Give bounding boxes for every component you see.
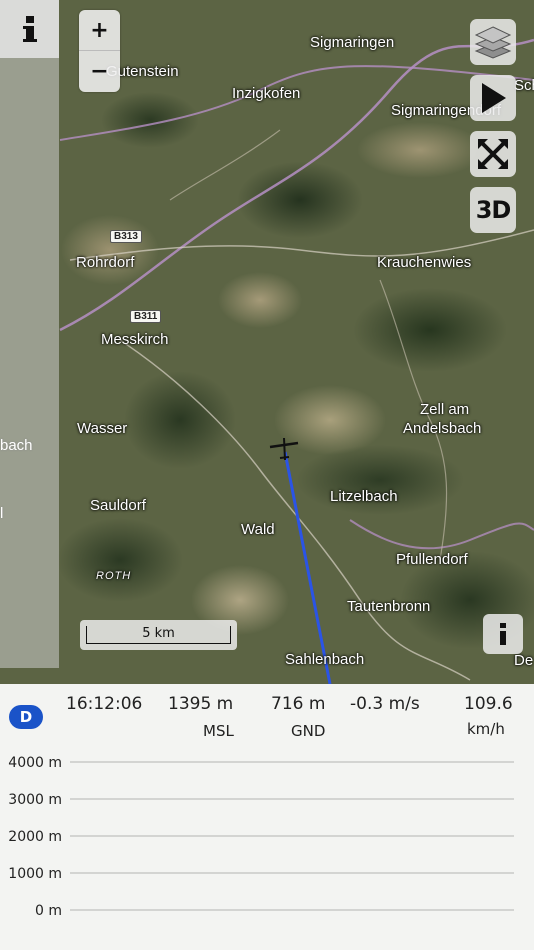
info-button[interactable]	[0, 0, 59, 58]
place-label: Tautenbronn	[347, 598, 431, 615]
zoom-in-button[interactable]: +	[79, 10, 120, 51]
layers-button[interactable]	[470, 19, 516, 65]
place-label: Sahlenbach	[285, 651, 365, 668]
glider-icon[interactable]	[268, 436, 300, 462]
place-label: Inzigkofen	[232, 85, 301, 102]
altitude-chart[interactable]: 4000 m3000 m2000 m1000 m0 m16:0416:0616:…	[0, 740, 534, 950]
place-label: Litzelbach	[330, 488, 398, 505]
scale-bar: 5 km	[80, 620, 237, 650]
zoom-out-button[interactable]: −	[79, 51, 120, 92]
play-button[interactable]	[470, 75, 516, 121]
gnd-label: GND	[291, 722, 326, 740]
side-panel-text: bach	[0, 437, 33, 454]
place-label: Krauchenwies	[377, 254, 472, 271]
place-label: Sigmaringen	[310, 34, 395, 51]
map-info-button[interactable]	[483, 614, 523, 654]
time-value: 16:12:06	[66, 694, 143, 714]
place-label: Zell am	[420, 401, 470, 418]
zoom-control: + −	[79, 10, 120, 92]
road-sign: B311	[130, 310, 162, 323]
speed-unit: km/h	[467, 720, 505, 738]
y-tick-label: 3000 m	[8, 792, 62, 808]
scale-label: 5 km	[142, 626, 175, 641]
place-label: Wasser	[77, 420, 128, 437]
place-label: Sauldorf	[90, 497, 146, 514]
fullscreen-button[interactable]	[470, 131, 516, 177]
place-label: ROTH	[96, 570, 132, 582]
speed-value: 109.6	[464, 694, 513, 714]
vario-value: -0.3 m/s	[350, 694, 420, 714]
place-label: De	[514, 652, 534, 669]
side-panel: bach l	[0, 0, 59, 668]
place-label: Wald	[241, 521, 275, 538]
gnd-value: 716 m	[271, 694, 326, 714]
place-label: Sche	[514, 77, 534, 94]
side-panel-text: l	[0, 505, 4, 522]
fullscreen-icon	[478, 139, 508, 169]
road-sign: B313	[110, 230, 142, 243]
msl-value: 1395 m	[168, 694, 234, 714]
y-tick-label: 0 m	[35, 903, 62, 919]
flight-badge[interactable]: D	[9, 705, 43, 729]
y-tick-label: 2000 m	[8, 829, 62, 845]
place-label: Rohrdorf	[76, 254, 135, 271]
y-tick-label: 1000 m	[8, 866, 62, 882]
msl-label: MSL	[203, 722, 234, 740]
play-icon	[482, 83, 506, 113]
info-icon	[500, 623, 506, 645]
place-label: Andelsbach	[403, 420, 482, 437]
place-label: Messkirch	[101, 331, 169, 348]
3d-view-button[interactable]: 3D	[470, 187, 516, 233]
y-tick-label: 4000 m	[8, 755, 62, 771]
layers-icon	[474, 26, 512, 59]
info-icon	[22, 16, 37, 42]
place-label: Pfullendorf	[396, 551, 468, 568]
